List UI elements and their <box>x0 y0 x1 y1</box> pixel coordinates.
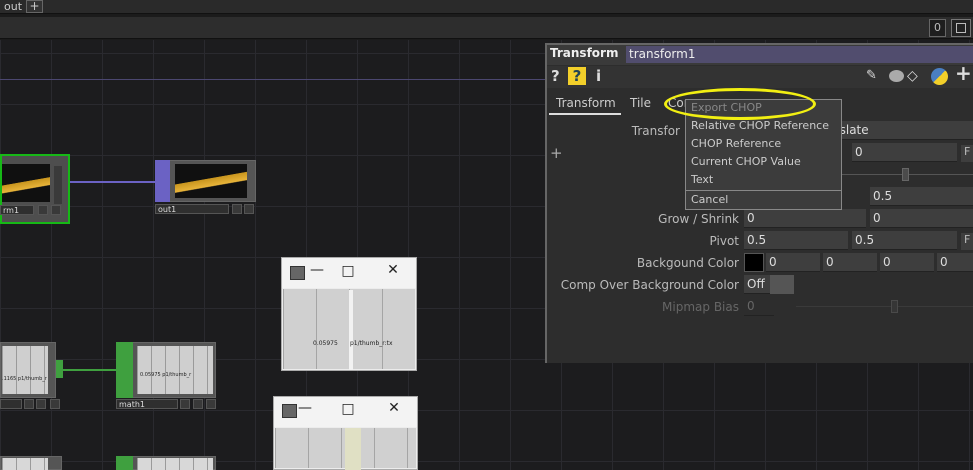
param-field[interactable]: nslate <box>832 121 973 140</box>
close-icon[interactable]: ✕ <box>387 401 401 416</box>
close-icon[interactable]: ✕ <box>386 263 400 278</box>
param-field[interactable]: 0.5 <box>744 231 848 250</box>
node-label: rm1 <box>0 205 34 215</box>
comment-icon[interactable] <box>889 70 904 82</box>
node-chop-source[interactable]: .1165 p1/thumb_r <box>0 342 64 412</box>
viewer-toggle-button[interactable] <box>951 19 971 37</box>
menu-item-text[interactable]: Text <box>691 173 713 186</box>
add-param-icon[interactable]: + <box>550 144 563 162</box>
param-field[interactable]: 0 <box>823 253 877 272</box>
maximize-icon[interactable]: □ <box>341 264 355 279</box>
node-transform-source[interactable]: rm1 <box>0 154 70 224</box>
param-field[interactable]: 0.5 <box>852 231 957 250</box>
help-button[interactable]: ? <box>551 67 560 85</box>
node-partial[interactable] <box>0 456 64 470</box>
node-out1[interactable]: out1 <box>155 160 257 218</box>
wire <box>70 181 156 183</box>
highlight-annotation <box>664 88 816 120</box>
background-color-swatch[interactable] <box>744 253 764 272</box>
param-label: Comp Over Background Color <box>560 278 739 292</box>
f-marker[interactable]: F <box>961 145 973 162</box>
param-label: Grow / Shrink <box>658 212 739 226</box>
node-partial[interactable] <box>116 456 218 470</box>
slider-handle[interactable] <box>902 168 909 181</box>
param-label: Transfor <box>631 124 680 138</box>
minimize-icon[interactable]: — <box>310 263 324 278</box>
node-math1[interactable]: 0.05975 p1/thumb_r math1 <box>116 342 218 412</box>
param-field[interactable]: 0 <box>766 253 820 272</box>
node-thumb-text: .1165 p1/thumb_r <box>2 376 47 382</box>
param-field[interactable]: 0 <box>937 253 973 272</box>
f-marker[interactable]: F <box>961 233 973 250</box>
python-help-button[interactable]: ? <box>568 67 586 85</box>
viewer-node-icon <box>282 404 297 418</box>
floating-viewer[interactable]: — □ ✕ <box>273 396 418 470</box>
minimize-icon[interactable]: — <box>298 401 312 416</box>
param-field[interactable]: 0 <box>744 209 866 228</box>
menu-item-relative-chop-reference[interactable]: Relative CHOP Reference <box>691 119 829 132</box>
toggle-field[interactable]: Off <box>744 275 770 294</box>
tab-out[interactable]: out <box>0 0 26 14</box>
python-icon[interactable] <box>931 68 948 85</box>
viewer-value: 0.05975 <box>313 340 338 347</box>
param-label: Backgound Color <box>636 256 739 270</box>
slider-track[interactable] <box>796 306 973 307</box>
menu-item-cancel[interactable]: Cancel <box>691 193 728 206</box>
viewer-node-icon <box>290 266 305 280</box>
add-tab-button[interactable]: + <box>26 0 43 13</box>
top-tab-bar <box>0 0 973 14</box>
menu-item-current-chop-value[interactable]: Current CHOP Value <box>691 155 801 168</box>
floating-viewer[interactable]: — □ ✕ 0.05975 p1/thumb_r:tx <box>281 257 417 371</box>
viewer-channel: p1/thumb_r:tx <box>350 340 393 347</box>
tab-tile[interactable]: Tile <box>630 96 651 110</box>
active-tab-indicator <box>549 113 621 115</box>
add-icon[interactable]: + <box>955 63 972 83</box>
param-label: Pivot <box>709 234 739 248</box>
info-button[interactable]: i <box>596 67 601 85</box>
node-label: math1 <box>116 399 178 409</box>
param-label: Mipmap Bias <box>662 300 739 314</box>
param-field[interactable]: 0 <box>744 297 774 316</box>
param-field[interactable]: 0 <box>870 209 973 228</box>
menu-separator <box>686 190 841 191</box>
network-toolbar <box>0 17 973 39</box>
node-thumb-text: 0.05975 p1/thumb_r <box>140 372 192 378</box>
count-badge[interactable]: 0 <box>929 19 946 37</box>
node-label: out1 <box>155 204 229 214</box>
menu-item-chop-reference[interactable]: CHOP Reference <box>691 137 781 150</box>
wire <box>0 79 545 80</box>
tab-transform[interactable]: Transform <box>556 96 616 110</box>
param-field[interactable]: 0.5 <box>870 187 973 206</box>
maximize-icon[interactable]: □ <box>341 402 355 417</box>
window-icon <box>956 23 966 33</box>
pencil-icon[interactable]: ✎ <box>866 67 877 85</box>
operator-type: Transform <box>550 46 619 60</box>
eraser-icon[interactable]: ◇ <box>907 67 918 85</box>
param-field[interactable]: 0 <box>852 143 957 162</box>
wire <box>63 369 117 371</box>
slider-handle[interactable] <box>891 300 898 313</box>
param-field[interactable]: 0 <box>880 253 934 272</box>
toggle-switch[interactable] <box>770 275 794 294</box>
operator-name-field[interactable]: transform1 <box>626 46 973 63</box>
